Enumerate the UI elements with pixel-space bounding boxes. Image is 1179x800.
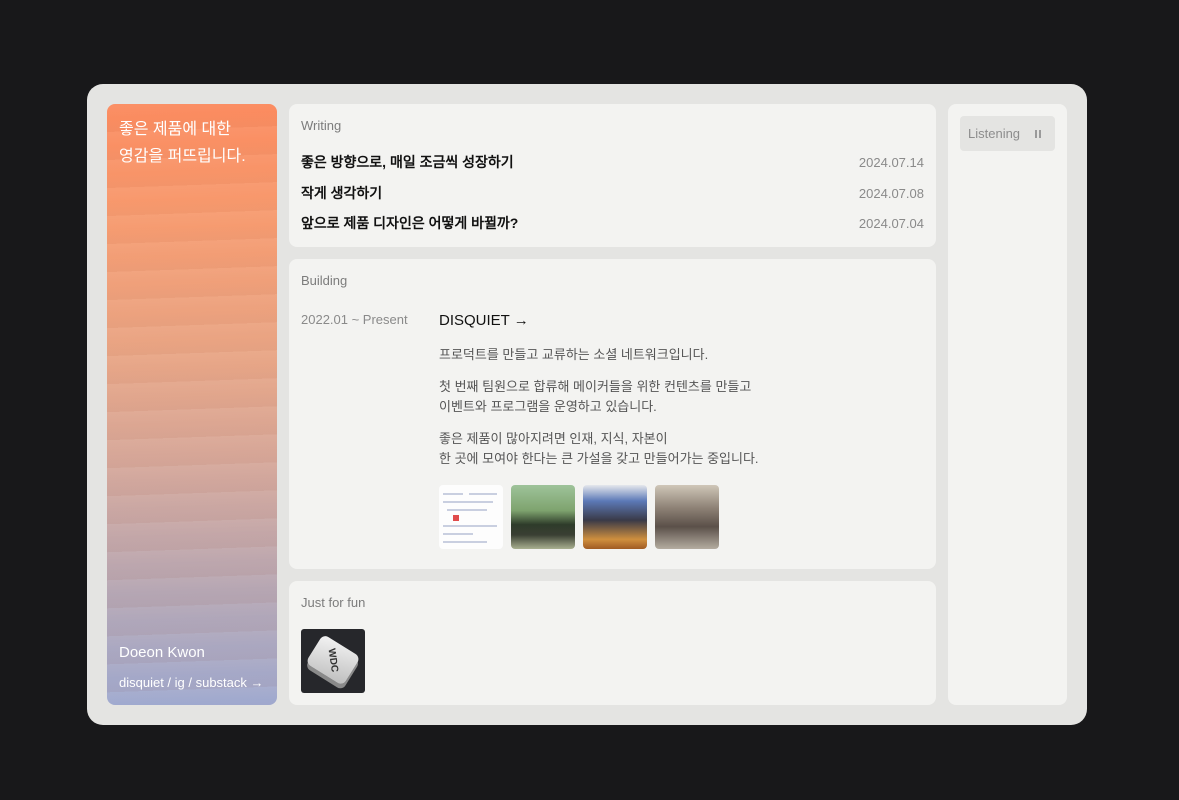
writing-card: Writing 좋은 방향으로, 매일 조금씩 성장하기 2024.07.14 … — [289, 104, 936, 247]
project-thumbnail[interactable] — [439, 485, 503, 549]
listening-label: Listening — [968, 126, 1021, 141]
pause-icon — [1035, 129, 1041, 138]
writing-post[interactable]: 작게 생각하기 2024.07.08 — [301, 182, 924, 204]
project-thumbnail[interactable] — [655, 485, 719, 549]
project-thumbnail[interactable] — [511, 485, 575, 549]
project-title-link[interactable]: DISQUIET → — [439, 312, 529, 329]
project-description: 프로덕트를 만들고 교류하는 소셜 네트워크입니다. — [439, 347, 709, 362]
profile-tagline: 좋은 제품에 대한 영감을 퍼뜨립니다. — [119, 121, 246, 165]
project-description: 좋은 제품이 많아지려면 인재, 지식, 자본이 한 곳에 모여야 한다는 큰 … — [439, 431, 759, 466]
post-title: 작게 생각하기 — [301, 185, 383, 201]
post-date: 2024.07.04 — [858, 215, 924, 231]
profile-card: 좋은 제품에 대한 영감을 퍼뜨립니다. Doeon Kwon disquiet… — [107, 104, 277, 705]
keycap-tile[interactable]: WDC — [301, 629, 365, 693]
project-description: 첫 번째 팀원으로 합류해 메이커들을 위한 컨텐츠를 만들고 이벤트와 프로그… — [439, 379, 752, 414]
building-card: Building 2022.01 ~ Present DISQUIET → 프로… — [289, 259, 936, 569]
project-thumbnail[interactable] — [583, 485, 647, 549]
listening-card: Listening — [948, 104, 1067, 705]
keycap-image: WDC — [305, 633, 361, 687]
writing-post[interactable]: 앞으로 제품 디자인은 어떻게 바뀔까? 2024.07.04 — [301, 212, 924, 234]
profile-name: Doeon Kwon — [119, 644, 205, 661]
project-period: 2022.01 ~ Present — [301, 312, 408, 327]
profile-links[interactable]: disquiet / ig / substack → — [119, 675, 264, 690]
post-date: 2024.07.08 — [858, 185, 924, 201]
post-date: 2024.07.14 — [858, 154, 924, 170]
keycap-text: WDC — [325, 647, 341, 673]
listening-button[interactable]: Listening — [960, 116, 1055, 151]
page-frame: 좋은 제품에 대한 영감을 퍼뜨립니다. Doeon Kwon disquiet… — [87, 84, 1087, 725]
fun-card: Just for fun WDC — [289, 581, 936, 705]
building-label: Building — [301, 273, 348, 288]
post-title: 앞으로 제품 디자인은 어떻게 바뀔까? — [301, 215, 519, 231]
fun-label: Just for fun — [301, 595, 366, 610]
writing-label: Writing — [301, 118, 342, 133]
post-title: 좋은 방향으로, 매일 조금씩 성장하기 — [301, 154, 514, 170]
writing-post[interactable]: 좋은 방향으로, 매일 조금씩 성장하기 2024.07.14 — [301, 151, 924, 173]
